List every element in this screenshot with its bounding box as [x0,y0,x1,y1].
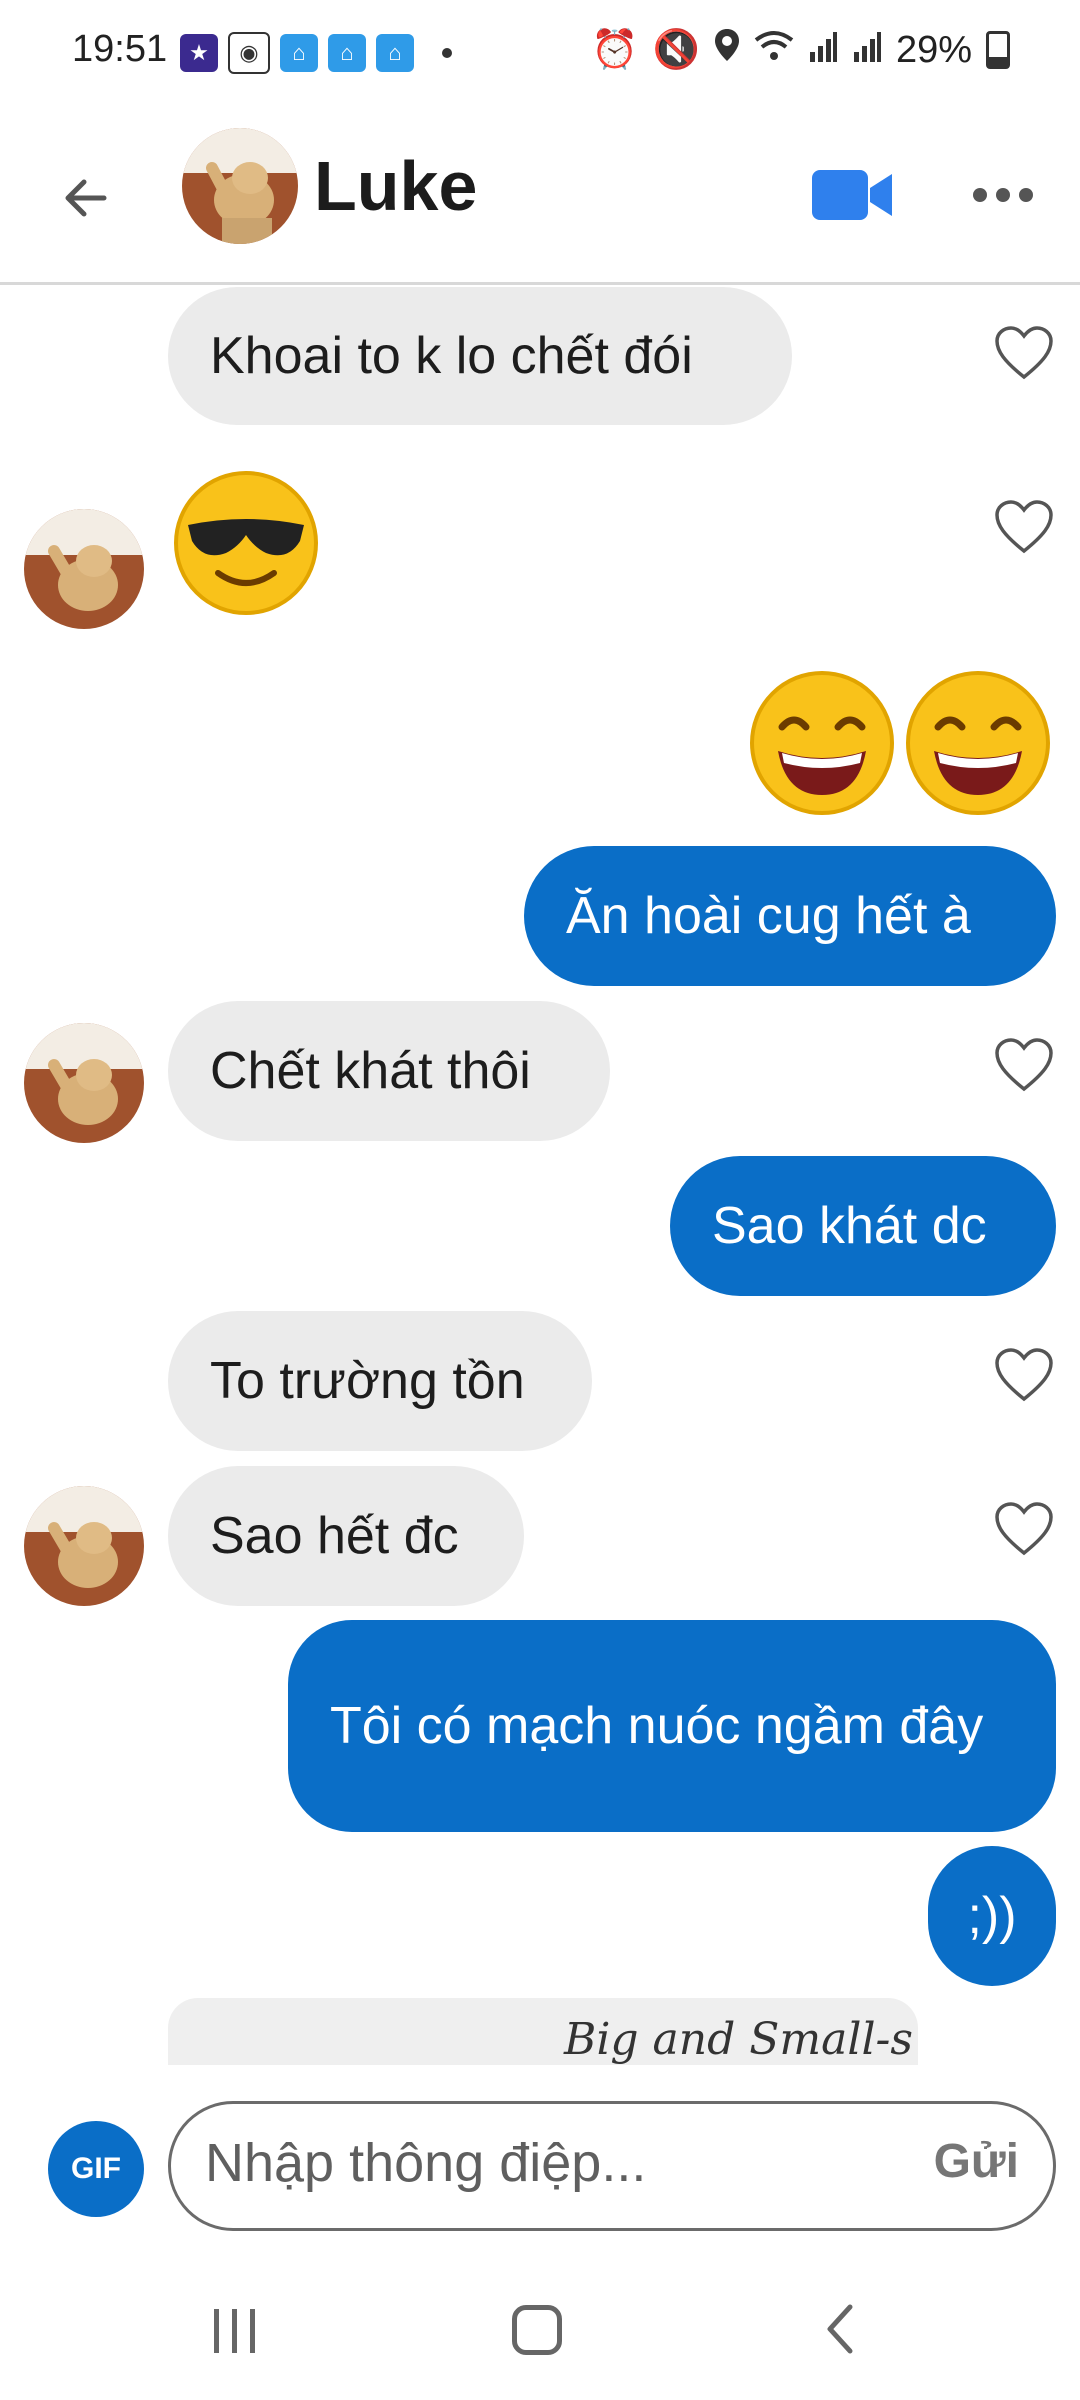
more-options-button[interactable] [970,170,1036,220]
chevron-left-icon [827,2304,853,2354]
image-caption-text: Big and Small-s [564,2014,913,2065]
battery-percent: 29% [895,28,972,71]
incoming-message[interactable]: Khoai to k lo chết đói [168,287,792,425]
send-button[interactable]: Gửi [934,2134,1019,2189]
like-button[interactable] [994,499,1054,555]
grinning-emoji[interactable] [748,669,896,822]
heart-outline-icon [995,500,1053,554]
input-placeholder: Nhập thông điệp... [205,2133,647,2193]
like-button[interactable] [994,1037,1054,1093]
outgoing-message[interactable]: Sao khát dc [670,1156,1056,1296]
video-call-button[interactable] [810,166,894,224]
contact-avatar[interactable] [182,128,298,244]
contact-avatar-small[interactable] [24,1023,144,1143]
image-message[interactable]: Big and Small-s [168,1998,918,2065]
more-horizontal-icon [973,188,1033,202]
contact-avatar-small[interactable] [24,509,144,629]
app-notification-icon: ⌂ [280,34,318,72]
outgoing-message[interactable]: Ăn hoài cug hết à [524,846,1056,986]
message-list[interactable]: Khoai to k lo chết đói Ăn hoài cug hết à… [0,283,1080,2065]
heart-outline-icon [995,326,1053,380]
signal-icon [808,29,838,72]
wifi-icon [754,29,794,72]
home-button[interactable] [512,2305,562,2355]
back-button[interactable] [52,162,124,234]
incoming-message[interactable]: To trường tồn [168,1311,592,1451]
more-notifications-dot [442,48,452,58]
system-nav-bar [0,2265,1080,2400]
heart-outline-icon [995,1348,1053,1402]
chat-header: Luke [0,110,1080,285]
sunglasses-emoji[interactable] [172,469,320,622]
recent-apps-button[interactable] [210,2303,260,2364]
outgoing-message[interactable]: ;)) [928,1846,1056,1986]
arrow-left-icon [65,179,107,217]
heart-outline-icon [995,1038,1053,1092]
system-back-button[interactable] [820,2299,860,2364]
location-icon [714,28,740,72]
heart-outline-icon [995,1502,1053,1556]
grinning-emoji[interactable] [904,669,1052,822]
dog-avatar-image [182,128,298,244]
like-button[interactable] [994,325,1054,381]
video-camera-icon [812,170,892,220]
like-button[interactable] [994,1501,1054,1557]
app-notification-icon: ⌂ [328,34,366,72]
contact-avatar-small[interactable] [24,1486,144,1606]
grin-face-icon [906,671,1050,815]
recents-icon [214,2309,255,2353]
status-time: 19:51 [72,28,168,70]
dog-avatar-image [24,509,144,629]
contact-name[interactable]: Luke [314,146,477,226]
camera-icon: ◉ [228,32,270,74]
outgoing-message[interactable]: Tôi có mạch nuóc ngầm đây [288,1620,1056,1832]
app-notification-icon: ⌂ [376,34,414,72]
incoming-message[interactable]: Sao hết đc [168,1466,524,1606]
mute-icon: 🔇 [652,29,700,71]
notification-icons: ★ ◉ ⌂ ⌂ ⌂ [180,32,452,74]
sunglasses-face-icon [174,471,318,615]
status-bar: 19:51 ★ ◉ ⌂ ⌂ ⌂ ⏰ 🔇 29% [0,0,1080,110]
message-composer: GIF Nhập thông điệp... Gửi [0,2065,1080,2265]
dog-avatar-image [24,1486,144,1606]
incoming-message[interactable]: Chết khát thôi [168,1001,610,1141]
message-input[interactable]: Nhập thông điệp... Gửi [168,2101,1056,2231]
dog-avatar-image [24,1023,144,1143]
status-right: ⏰ 🔇 29% [591,28,1010,72]
signal-icon [852,29,882,72]
alarm-icon: ⏰ [591,29,639,71]
battery-icon [986,31,1010,69]
gif-button[interactable]: GIF [48,2121,144,2217]
like-button[interactable] [994,1347,1054,1403]
grin-face-icon [750,671,894,815]
star-app-icon: ★ [180,34,218,72]
